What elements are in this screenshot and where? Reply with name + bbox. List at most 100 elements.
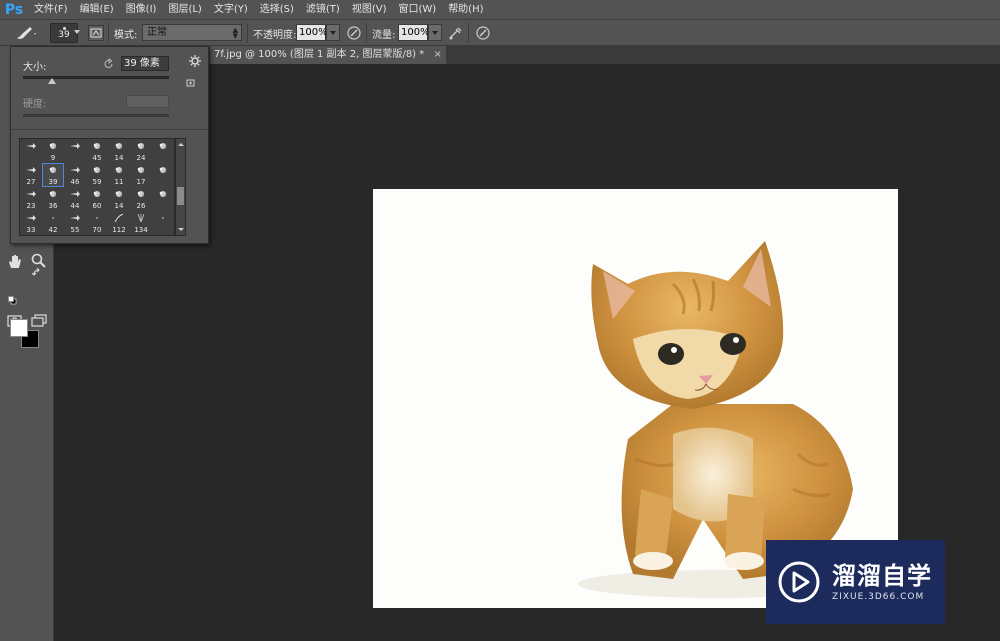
- reset-size-icon[interactable]: [103, 58, 115, 70]
- brush-preset-item[interactable]: 24: [130, 139, 152, 163]
- brush-preset-item[interactable]: [152, 139, 174, 163]
- toggle-brush-panel-button[interactable]: [88, 25, 104, 41]
- size-input[interactable]: 39 像素: [121, 56, 169, 71]
- brush-preset-item[interactable]: 11: [108, 163, 130, 187]
- scroll-up-icon[interactable]: [178, 143, 184, 146]
- menu-edit[interactable]: 编辑(E): [74, 0, 120, 20]
- watermark: 溜溜自学 ZIXUE.3D66.COM: [766, 540, 945, 624]
- scrollbar-thumb[interactable]: [177, 187, 184, 205]
- menu-layer[interactable]: 图层(L): [162, 0, 207, 20]
- size-label: 大小:: [23, 62, 47, 73]
- brush-preset-item[interactable]: 44: [64, 187, 86, 211]
- brush-tip-icon: [137, 191, 145, 197]
- menu-window[interactable]: 窗口(W): [392, 0, 442, 20]
- brush-preset-item[interactable]: [152, 211, 174, 235]
- brush-preset-size: 59: [92, 178, 102, 186]
- brush-preset-size: 134: [134, 226, 148, 234]
- brush-preset-item[interactable]: 14: [108, 139, 130, 163]
- swap-colors-icon[interactable]: [32, 268, 42, 278]
- hardness-label: 硬度:: [23, 99, 47, 110]
- flow-input[interactable]: 100%: [398, 24, 430, 41]
- document-tab[interactable]: 7f.jpg @ 100% (图层 1 副本 2, 图层蒙版/8) * ×: [210, 46, 446, 64]
- brush-preset-size: 9: [50, 154, 56, 162]
- brush-preset-item[interactable]: 55: [64, 211, 86, 235]
- brush-tip-icon: [115, 191, 123, 197]
- brush-tool-icon[interactable]: [14, 24, 38, 42]
- foreground-color-swatch[interactable]: [10, 319, 28, 337]
- new-preset-icon[interactable]: [186, 78, 196, 88]
- flow-dropdown-button[interactable]: [428, 24, 442, 41]
- scroll-down-icon[interactable]: [178, 228, 184, 231]
- separator: [366, 23, 367, 43]
- menu-view[interactable]: 视图(V): [346, 0, 393, 20]
- hand-tool-icon[interactable]: [6, 252, 24, 270]
- default-colors-icon[interactable]: [8, 296, 17, 305]
- mode-value: 正常: [147, 27, 167, 38]
- watermark-text: 溜溜自学 ZIXUE.3D66.COM: [832, 562, 932, 602]
- size-slider[interactable]: [23, 76, 169, 84]
- brush-preset-item[interactable]: 70: [86, 211, 108, 235]
- mode-label: 模式:: [114, 30, 138, 41]
- brush-tip-icon: [49, 167, 57, 173]
- select-arrows-icon: ▲ ▼: [232, 26, 238, 40]
- brush-preset-item[interactable]: 45: [86, 139, 108, 163]
- pressure-opacity-icon[interactable]: [346, 25, 362, 41]
- options-bar: 39 模式: 正常 ▲ ▼ 不透明度: 100% 流量: 100%: [0, 20, 1000, 46]
- menu-select[interactable]: 选择(S): [254, 0, 300, 20]
- brush-tip-icon: [93, 143, 101, 149]
- preset-scrollbar[interactable]: [175, 138, 186, 236]
- brush-preset-item[interactable]: 42: [42, 211, 64, 235]
- brush-preset-item[interactable]: 60: [86, 187, 108, 211]
- brush-preset-item[interactable]: 26: [130, 187, 152, 211]
- menu-filter[interactable]: 滤镜(T): [300, 0, 346, 20]
- brush-preset-item[interactable]: 27: [20, 163, 42, 187]
- brush-preset-item[interactable]: 33: [20, 211, 42, 235]
- brush-preset-item[interactable]: 46: [64, 163, 86, 187]
- separator: [108, 23, 109, 43]
- menu-bar: Ps 文件(F) 编辑(E) 图像(I) 图层(L) 文字(Y) 选择(S) 滤…: [0, 0, 1000, 20]
- brush-preset-item[interactable]: 14: [108, 187, 130, 211]
- brush-tip-icon: [93, 167, 101, 173]
- brush-tip-icon: [137, 143, 145, 149]
- brush-tip-icon: [93, 191, 101, 197]
- pressure-size-icon[interactable]: [475, 25, 491, 41]
- brush-tip-icon: [159, 143, 167, 149]
- brush-preset-item[interactable]: 112: [108, 211, 130, 235]
- menu-file[interactable]: 文件(F): [28, 0, 74, 20]
- airbrush-icon[interactable]: [448, 25, 464, 41]
- brush-preset-size: 33: [26, 226, 36, 234]
- chevron-down-icon[interactable]: [74, 30, 80, 34]
- brush-preset-item[interactable]: 9: [42, 139, 64, 163]
- close-icon[interactable]: ×: [433, 49, 441, 60]
- brush-tip-icon: [96, 217, 98, 219]
- brush-preset-item[interactable]: 59: [86, 163, 108, 187]
- brush-preset-item[interactable]: 36: [42, 187, 64, 211]
- brush-preset-item[interactable]: 39: [42, 163, 64, 187]
- brush-preset-item[interactable]: [20, 139, 42, 163]
- brush-preset-item[interactable]: [152, 163, 174, 187]
- brush-preset-item[interactable]: [152, 187, 174, 211]
- separator: [468, 23, 469, 43]
- screen-mode-icon[interactable]: [30, 312, 48, 330]
- menu-help[interactable]: 帮助(H): [442, 0, 489, 20]
- photoshop-logo[interactable]: Ps: [0, 0, 28, 20]
- menu-type[interactable]: 文字(Y): [208, 0, 254, 20]
- opacity-dropdown-button[interactable]: [326, 24, 340, 41]
- brush-preset-size: 44: [70, 202, 80, 210]
- gear-icon[interactable]: [189, 55, 201, 67]
- brush-preset-size: 23: [26, 202, 36, 210]
- brush-preset-panel: 大小: 39 像素 硬度: 9 45 14 24 27 39 46 59 11 17 23 36 44 6…: [10, 46, 209, 244]
- opacity-input[interactable]: 100%: [296, 24, 328, 41]
- mode-select[interactable]: 正常 ▲ ▼: [142, 24, 242, 41]
- brush-preset-size: 26: [136, 202, 146, 210]
- brush-preset-item[interactable]: [64, 139, 86, 163]
- brush-preset-item[interactable]: 134: [130, 211, 152, 235]
- brush-preset-item[interactable]: 23: [20, 187, 42, 211]
- brush-preset-size: 45: [92, 154, 102, 162]
- brush-tip-icon: [115, 167, 123, 173]
- brush-tip-icon: [26, 143, 36, 149]
- size-slider-thumb[interactable]: [47, 78, 56, 84]
- brush-preset-item[interactable]: 17: [130, 163, 152, 187]
- brush-preset-size: 14: [114, 202, 124, 210]
- menu-image[interactable]: 图像(I): [120, 0, 163, 20]
